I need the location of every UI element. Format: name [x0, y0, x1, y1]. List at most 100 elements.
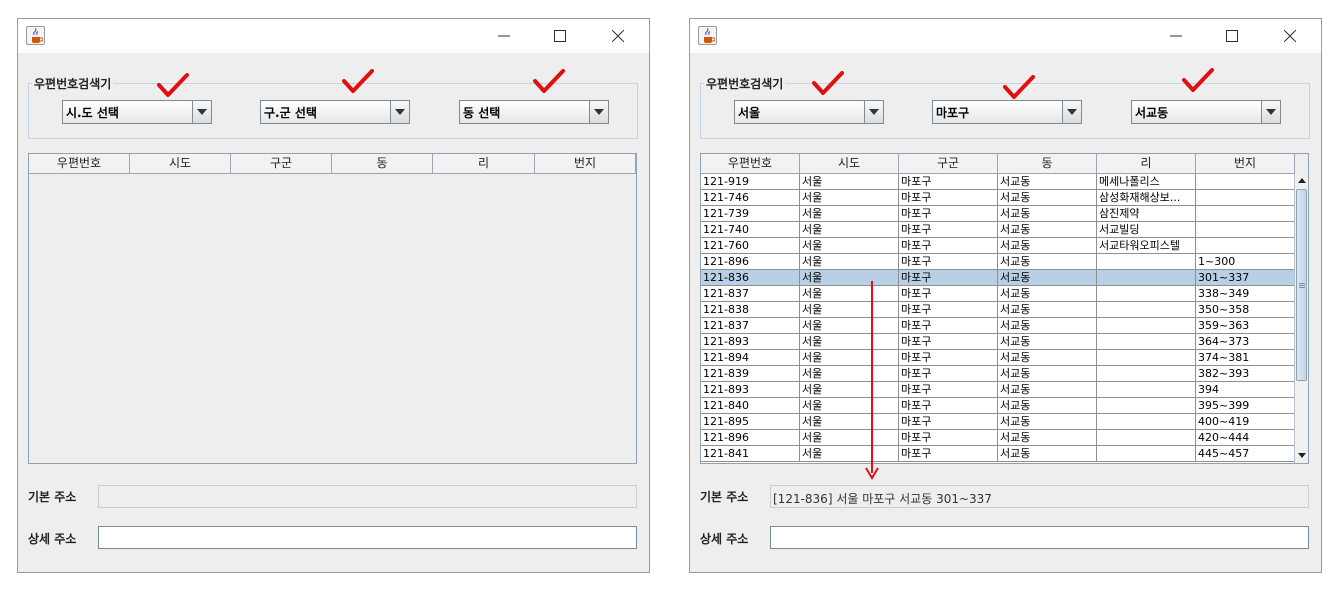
table-cell: 마포구 — [899, 382, 998, 398]
java-coffee-icon — [26, 26, 45, 45]
table-cell: 382~393 — [1196, 366, 1295, 382]
column-header[interactable]: 시도 — [800, 154, 899, 174]
table-cell: 359~363 — [1196, 318, 1295, 334]
table-row[interactable]: 121-919 서울 마포구 서교동 메세나폴리스 — [701, 174, 1295, 190]
grip-icon — [1299, 283, 1305, 288]
table-cell: 서교동 — [998, 302, 1097, 318]
maximize-icon — [554, 30, 566, 42]
table-row[interactable]: 121-760 서울 마포구 서교동 서교타워오피스텔 — [701, 238, 1295, 254]
red-checkmark-icon — [812, 71, 844, 95]
table-cell: 서교동 — [998, 190, 1097, 206]
close-icon — [1284, 30, 1296, 42]
table-cell: 121-893 — [701, 334, 800, 350]
column-header[interactable]: 동 — [998, 154, 1097, 174]
chevron-down-icon — [869, 109, 879, 115]
sido-combo[interactable]: 시.도 선택 — [62, 100, 212, 124]
table-cell: 서교동 — [998, 414, 1097, 430]
table-row[interactable]: 121-837 서울 마포구 서교동 338~349 — [701, 286, 1295, 302]
dong-combo[interactable]: 서교동 — [1131, 100, 1281, 124]
red-checkmark-icon — [157, 73, 189, 97]
column-header[interactable]: 시도 — [130, 154, 231, 174]
window-results-state: 우편번호검색기 서울 마포구 서교동 우편번호 시도 구군 동 리 번지 121… — [689, 18, 1322, 573]
basic-address-value: [121-836] 서울 마포구 서교동 301~337 — [773, 492, 992, 506]
table-row[interactable]: 121-893 서울 마포구 서교동 394 — [701, 382, 1295, 398]
column-header[interactable]: 구군 — [231, 154, 332, 174]
column-header[interactable]: 우편번호 — [29, 154, 130, 174]
table-cell: 121-739 — [701, 206, 800, 222]
table-row[interactable]: 121-837 서울 마포구 서교동 359~363 — [701, 318, 1295, 334]
table-cell: 마포구 — [899, 366, 998, 382]
table-cell: 121-837 — [701, 318, 800, 334]
minimize-button[interactable] — [487, 23, 521, 49]
table-cell: 서교동 — [998, 398, 1097, 414]
table-cell: 서울 — [800, 350, 899, 366]
vertical-scrollbar[interactable] — [1294, 174, 1308, 463]
dong-dropdown-button[interactable] — [589, 101, 608, 123]
column-header[interactable]: 우편번호 — [701, 154, 800, 174]
table-cell — [1097, 398, 1196, 414]
column-header[interactable]: 구군 — [899, 154, 998, 174]
table-cell: 서교동 — [998, 350, 1097, 366]
table-cell — [1196, 222, 1295, 238]
table-cell — [1097, 382, 1196, 398]
zipcode-table[interactable]: 우편번호 시도 구군 동 리 번지 — [28, 153, 637, 464]
table-cell: 서교동 — [998, 174, 1097, 190]
column-header[interactable]: 번지 — [535, 154, 636, 174]
dong-combo[interactable]: 동 선택 — [459, 100, 609, 124]
gugun-dropdown-button[interactable] — [1062, 101, 1081, 123]
column-header[interactable]: 동 — [332, 154, 433, 174]
sido-combo-value: 시.도 선택 — [66, 106, 119, 120]
table-row[interactable]: 121-896 서울 마포구 서교동 1~300 — [701, 254, 1295, 270]
maximize-button[interactable] — [543, 23, 577, 49]
table-cell: 394 — [1196, 382, 1295, 398]
column-header[interactable]: 리 — [433, 154, 535, 174]
scroll-up-button[interactable] — [1295, 174, 1308, 188]
table-row[interactable]: 121-841 서울 마포구 서교동 445~457 — [701, 446, 1295, 462]
dong-dropdown-button[interactable] — [1261, 101, 1280, 123]
table-cell — [1097, 366, 1196, 382]
table-cell: 마포구 — [899, 286, 998, 302]
table-row[interactable]: 121-894 서울 마포구 서교동 374~381 — [701, 350, 1295, 366]
table-row[interactable]: 121-740 서울 마포구 서교동 서교빌딩 — [701, 222, 1295, 238]
gugun-combo[interactable]: 마포구 — [932, 100, 1082, 124]
table-row[interactable]: 121-893 서울 마포구 서교동 364~373 — [701, 334, 1295, 350]
group-title: 우편번호검색기 — [32, 75, 114, 92]
column-header[interactable]: 리 — [1097, 154, 1196, 174]
scroll-down-button[interactable] — [1295, 449, 1308, 463]
close-button[interactable] — [1273, 23, 1307, 49]
sido-dropdown-button[interactable] — [192, 101, 211, 123]
table-row[interactable]: 121-838 서울 마포구 서교동 350~358 — [701, 302, 1295, 318]
table-cell: 서울 — [800, 174, 899, 190]
table-cell — [1097, 430, 1196, 446]
table-cell: 서울 — [800, 318, 899, 334]
gugun-dropdown-button[interactable] — [390, 101, 409, 123]
table-cell: 서울 — [800, 334, 899, 350]
gugun-combo-value: 마포구 — [936, 106, 970, 120]
column-header[interactable]: 번지 — [1196, 154, 1295, 174]
detail-address-input[interactable] — [98, 526, 637, 549]
group-title: 우편번호검색기 — [704, 75, 786, 92]
table-row[interactable]: 121-840 서울 마포구 서교동 395~399 — [701, 398, 1295, 414]
sido-combo[interactable]: 서울 — [734, 100, 884, 124]
zipcode-table[interactable]: 우편번호 시도 구군 동 리 번지 121-919 서울 마포구 서교동 메세나폴리스 1… — [700, 153, 1309, 464]
table-row[interactable]: 121-739 서울 마포구 서교동 삼진제약 — [701, 206, 1295, 222]
minimize-button[interactable] — [1159, 23, 1193, 49]
table-row[interactable]: 121-839 서울 마포구 서교동 382~393 — [701, 366, 1295, 382]
chevron-down-icon — [1067, 109, 1077, 115]
table-row[interactable]: 121-896 서울 마포구 서교동 420~444 — [701, 430, 1295, 446]
gugun-combo[interactable]: 구.군 선택 — [260, 100, 410, 124]
table-row[interactable]: 121-895 서울 마포구 서교동 400~419 — [701, 414, 1295, 430]
table-cell: 서울 — [800, 190, 899, 206]
table-row[interactable]: 121-746 서울 마포구 서교동 삼성화재해상보... — [701, 190, 1295, 206]
title-bar — [690, 19, 1321, 53]
close-button[interactable] — [601, 23, 635, 49]
scrollbar-thumb[interactable] — [1296, 189, 1307, 381]
maximize-button[interactable] — [1215, 23, 1249, 49]
detail-address-input[interactable] — [770, 526, 1309, 549]
title-bar — [18, 19, 649, 53]
table-cell: 121-894 — [701, 350, 800, 366]
arrow-down-icon — [1298, 453, 1306, 458]
table-row-selected[interactable]: 121-836 서울 마포구 서교동 301~337 — [701, 270, 1295, 286]
table-cell: 마포구 — [899, 190, 998, 206]
sido-dropdown-button[interactable] — [864, 101, 883, 123]
